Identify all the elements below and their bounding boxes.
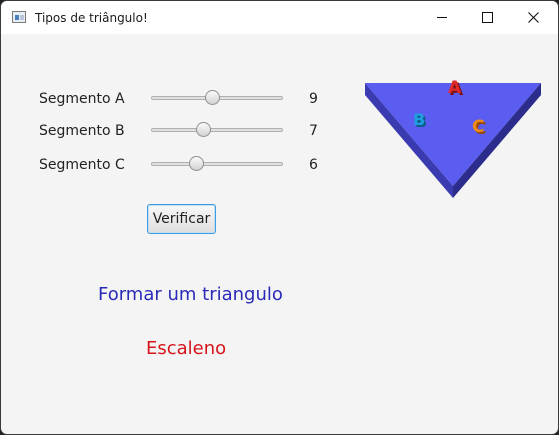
segment-c-slider[interactable] [151, 156, 283, 172]
segment-a-value: 9 [309, 91, 318, 107]
app-window: Tipos de triângulo! Segmento A 9 Segment… [0, 0, 559, 435]
segment-c-value: 6 [309, 157, 318, 173]
segment-a-label: Segmento A [39, 91, 125, 107]
vertex-b-letter: B [413, 110, 425, 129]
minimize-icon [437, 17, 447, 18]
vertex-a-letter: A [448, 78, 462, 98]
segment-b-label: Segmento B [39, 123, 125, 139]
maximize-button[interactable] [464, 1, 510, 34]
vertex-c-letter: C [472, 117, 484, 137]
maximize-icon [481, 12, 493, 23]
title-bar[interactable]: Tipos de triângulo! [1, 1, 558, 34]
triangle-type: Escaleno [146, 338, 227, 359]
segment-a-slider[interactable] [151, 90, 283, 106]
slider-track [151, 128, 283, 132]
slider-thumb[interactable] [189, 156, 205, 171]
result-message: Formar um triangulo [98, 284, 283, 305]
slider-track [151, 162, 283, 166]
close-icon [527, 12, 539, 23]
app-icon [12, 11, 26, 23]
segment-b-value: 7 [309, 123, 318, 139]
close-button[interactable] [510, 1, 556, 34]
slider-thumb[interactable] [205, 90, 221, 105]
verify-button[interactable]: Verificar [147, 204, 216, 234]
slider-thumb[interactable] [196, 122, 212, 137]
window-title: Tipos de triângulo! [35, 11, 148, 25]
segment-c-label: Segmento C [39, 157, 125, 173]
segment-b-slider[interactable] [151, 122, 283, 138]
triangle-image: A A B B C C [365, 78, 541, 198]
minimize-button[interactable] [419, 1, 465, 34]
